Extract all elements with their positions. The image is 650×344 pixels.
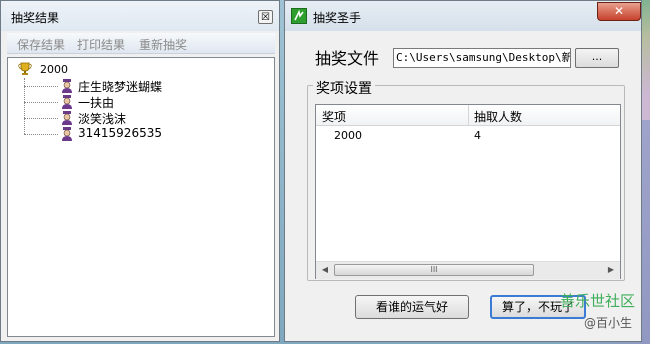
print-results-button[interactable]: 打印结果 bbox=[77, 36, 125, 53]
app-logo-icon bbox=[294, 9, 304, 21]
table-header: 奖项 抽取人数 bbox=[316, 105, 620, 126]
user-avatar-icon bbox=[62, 111, 72, 125]
scroll-left-arrow-icon[interactable]: ◀ bbox=[318, 264, 332, 276]
column-header-prize[interactable]: 奖项 bbox=[322, 108, 346, 125]
file-label: 抽奖文件 bbox=[315, 49, 380, 68]
tree-branch-line bbox=[24, 102, 58, 103]
trophy-icon bbox=[18, 62, 32, 75]
save-results-button[interactable]: 保存结果 bbox=[17, 36, 65, 53]
tree-branch-line bbox=[24, 134, 58, 135]
scroll-thumb[interactable]: III bbox=[334, 264, 534, 276]
tree-branch-line bbox=[24, 86, 58, 87]
close-button[interactable]: ✕ bbox=[597, 2, 641, 21]
prize-settings-title: 奖项设置 bbox=[313, 78, 375, 98]
main-window-titlebar[interactable]: 抽奖圣手 ✕ bbox=[285, 1, 641, 31]
watermark-author: @百小生 bbox=[584, 316, 633, 330]
close-button[interactable]: ☒ bbox=[258, 10, 273, 24]
winner-name: 淡笑浅沫 bbox=[78, 112, 127, 126]
app-icon bbox=[291, 8, 307, 24]
tree-root-label: 2000 bbox=[40, 63, 68, 76]
user-avatar-icon bbox=[62, 95, 72, 109]
column-header-count[interactable]: 抽取人数 bbox=[474, 108, 522, 125]
result-tree[interactable]: 2000 庄生晓梦迷蝴蝶 一扶由 淡笑浅沫 31415926535 bbox=[7, 57, 275, 337]
main-window-title: 抽奖圣手 bbox=[313, 11, 362, 25]
redraw-button[interactable]: 重新抽奖 bbox=[139, 36, 187, 53]
column-divider bbox=[468, 105, 469, 125]
winner-name: 庄生晓梦迷蝴蝶 bbox=[78, 80, 163, 94]
result-window: 抽奖结果 ☒ 保存结果 打印结果 重新抽奖 2000 庄生晓梦迷蝴蝶 一扶由 淡… bbox=[0, 0, 280, 342]
prize-cell: 2000 bbox=[334, 129, 362, 142]
scroll-right-arrow-icon[interactable]: ▶ bbox=[604, 264, 618, 276]
user-avatar-icon bbox=[62, 127, 72, 141]
draw-button[interactable]: 看谁的运气好 bbox=[355, 295, 469, 319]
result-window-titlebar[interactable]: 抽奖结果 ☒ bbox=[1, 1, 279, 31]
prize-table[interactable]: 奖项 抽取人数 2000 4 ◀ III ▶ bbox=[315, 104, 621, 279]
user-avatar-icon bbox=[62, 79, 72, 93]
file-path-field[interactable]: C:\Users\samsung\Desktop\新建 bbox=[393, 48, 571, 68]
result-window-title: 抽奖结果 bbox=[11, 11, 60, 25]
browse-button[interactable]: ... bbox=[575, 48, 619, 68]
winner-name: 31415926535 bbox=[78, 126, 162, 140]
count-cell: 4 bbox=[474, 129, 481, 142]
tree-branch-line bbox=[24, 118, 58, 119]
watermark-text: 善乐世社区 bbox=[560, 292, 636, 310]
result-toolbar: 保存结果 打印结果 重新抽奖 bbox=[7, 33, 275, 54]
horizontal-scrollbar[interactable]: ◀ III ▶ bbox=[316, 261, 620, 279]
winner-name: 一扶由 bbox=[78, 96, 115, 110]
